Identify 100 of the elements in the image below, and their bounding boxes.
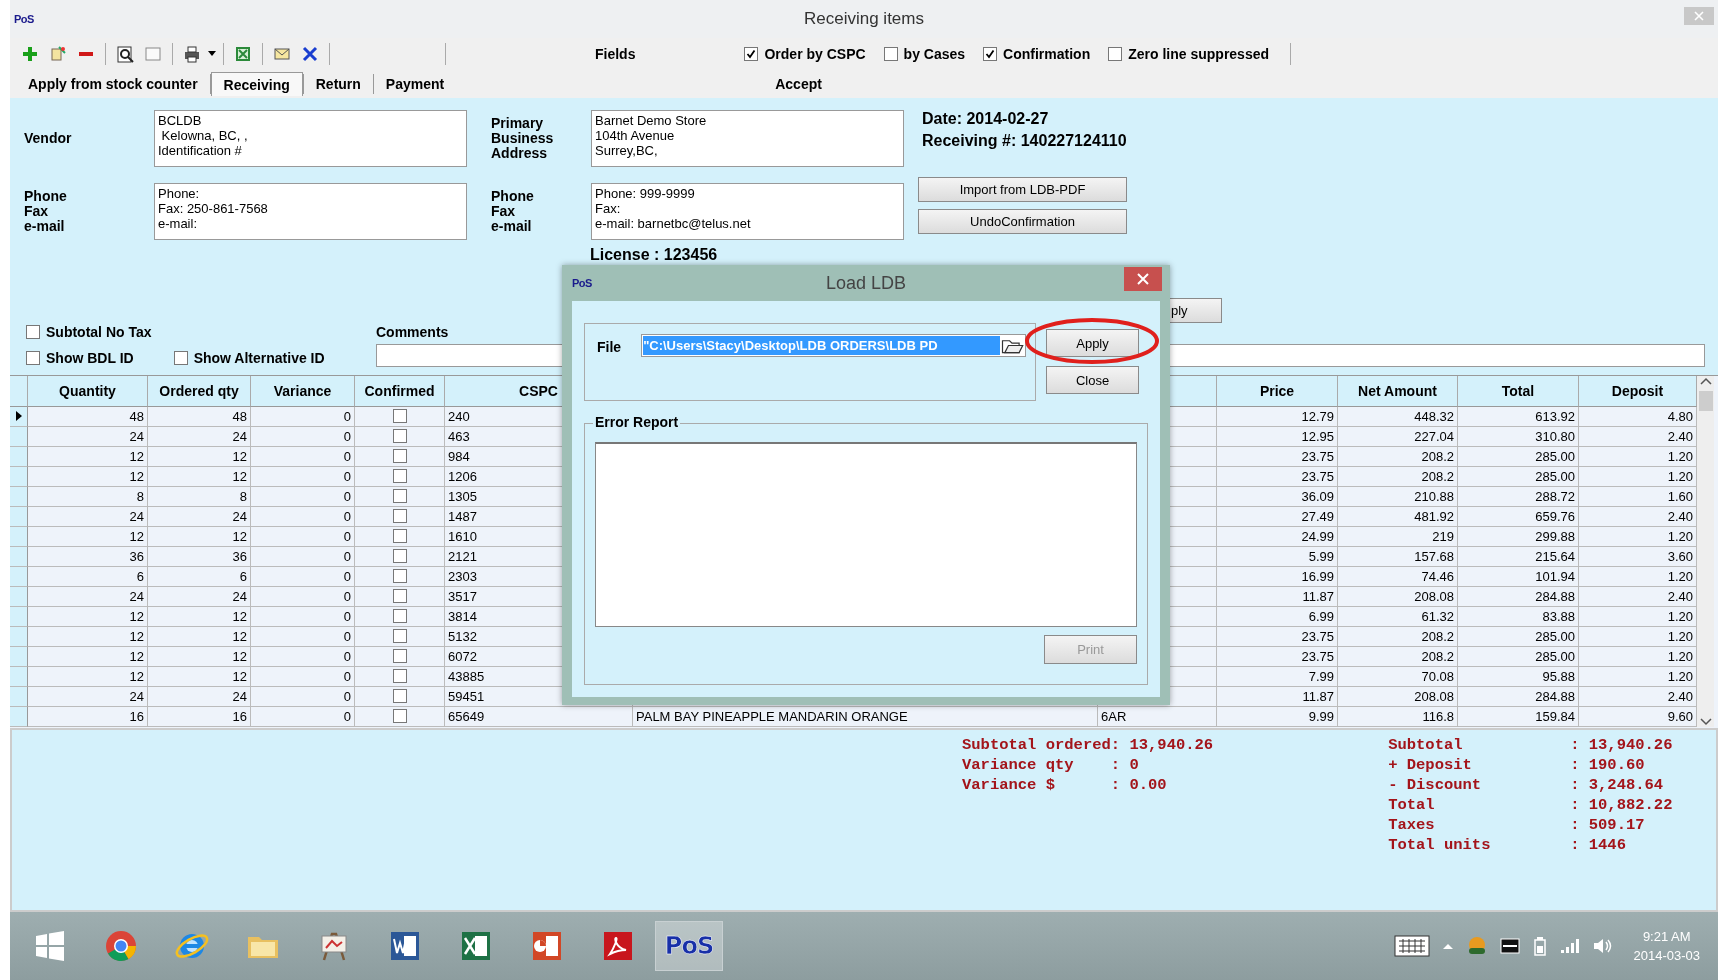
tab[interactable]: Receiving xyxy=(210,71,303,96)
tab[interactable]: Payment xyxy=(373,71,457,96)
column-header[interactable]: Net Amount xyxy=(1338,375,1458,407)
vendor-contact-box[interactable]: Phone: Fax: 250-861-7568 e-mail: xyxy=(154,182,467,240)
checkbox[interactable] xyxy=(392,409,407,424)
table-cell: 1.20 xyxy=(1579,526,1697,547)
table-cell: 0 xyxy=(251,526,355,547)
checkbox[interactable] xyxy=(1108,46,1123,61)
taskbar-app[interactable]: PoS xyxy=(655,921,723,972)
checkbox[interactable] xyxy=(392,429,407,444)
checkbox[interactable] xyxy=(392,489,407,504)
scroll-down-icon[interactable] xyxy=(1699,716,1712,727)
accept-button[interactable]: Accept xyxy=(769,71,828,96)
table-cell: 83.88 xyxy=(1458,606,1579,627)
column-header[interactable]: Variance xyxy=(251,375,355,407)
table-cell: 48 xyxy=(148,406,251,427)
table-cell: 0 xyxy=(251,666,355,687)
table-cell: 613.92 xyxy=(1458,406,1579,427)
column-header[interactable]: Total xyxy=(1458,375,1579,407)
checkbox[interactable] xyxy=(173,350,188,365)
table-cell: 1.20 xyxy=(1579,466,1697,487)
tab[interactable]: Apply from stock counter xyxy=(16,71,210,96)
table-cell: 5.99 xyxy=(1217,546,1338,567)
column-header[interactable]: Confirmed xyxy=(355,375,445,407)
scroll-thumb[interactable] xyxy=(1698,391,1713,412)
checkbox[interactable] xyxy=(392,689,407,704)
checkbox[interactable] xyxy=(883,46,898,61)
table-cell: 6AR xyxy=(1098,706,1217,727)
field-label: Fax xyxy=(24,203,50,219)
column-header[interactable]: Quantity xyxy=(28,375,148,407)
checkbox[interactable] xyxy=(392,609,407,624)
checkbox[interactable] xyxy=(392,669,407,684)
checkbox[interactable] xyxy=(392,469,407,484)
checkbox[interactable] xyxy=(26,324,40,339)
table-cell: 6 xyxy=(148,566,251,587)
chevron-up-icon[interactable] xyxy=(1441,942,1454,951)
table-cell: 481.92 xyxy=(1338,506,1458,527)
column-header[interactable]: Price xyxy=(1217,375,1338,407)
table-cell: 11.87 xyxy=(1217,686,1338,707)
checkbox[interactable] xyxy=(392,569,407,584)
table-cell: 12 xyxy=(148,666,251,687)
table-cell: 70.08 xyxy=(1338,666,1458,687)
keyboard-icon[interactable] xyxy=(1393,935,1430,958)
table-cell: 227.04 xyxy=(1338,426,1458,447)
table-cell: 285.00 xyxy=(1458,466,1579,487)
table-cell: 116.8 xyxy=(1338,706,1458,727)
table-cell: 1.20 xyxy=(1579,446,1697,467)
checkbox[interactable] xyxy=(26,350,40,365)
checkbox[interactable] xyxy=(392,509,407,524)
close-button[interactable]: Close xyxy=(1046,366,1139,394)
store-address-box[interactable]: Barnet Demo Store 104th Avenue Surrey,BC, xyxy=(591,109,904,167)
apply-button[interactable]: Apply xyxy=(1046,329,1139,357)
display-icon[interactable] xyxy=(1499,938,1520,955)
app-name-label: PoS xyxy=(572,277,592,289)
store-contact-box[interactable]: Phone: 999-9999 Fax: e-mail: barnetbc@telus.net xyxy=(591,182,904,240)
summary-label: Total units xyxy=(1388,836,1492,855)
table-cell: 24 xyxy=(148,586,251,607)
field-label: Primary xyxy=(491,115,545,131)
action-button[interactable]: UndoConfirmation xyxy=(918,208,1127,234)
table-cell: 0 xyxy=(251,426,355,447)
table-cell: 0 xyxy=(251,506,355,527)
checkbox[interactable] xyxy=(392,589,407,604)
row-header[interactable] xyxy=(10,406,28,427)
checkbox[interactable] xyxy=(983,46,998,61)
table-cell: 208.2 xyxy=(1338,446,1458,467)
table-cell: 0 xyxy=(251,466,355,487)
table-cell: 3.60 xyxy=(1579,546,1697,567)
checkbox[interactable] xyxy=(392,649,407,664)
option-label: Show BDL ID xyxy=(46,349,134,366)
table-cell: 159.84 xyxy=(1458,706,1579,727)
checkbox[interactable] xyxy=(744,46,759,61)
vendor-address-box[interactable]: BCLDB Kelowna, BC, , Identification # xyxy=(154,109,467,167)
table-cell: 36 xyxy=(28,546,148,567)
checkbox[interactable] xyxy=(392,709,407,724)
table-cell: 1.20 xyxy=(1579,666,1697,687)
checkbox[interactable] xyxy=(392,549,407,564)
tab[interactable]: Return xyxy=(303,71,373,96)
table-cell: 219 xyxy=(1338,526,1458,547)
action-button[interactable]: Import from LDB-PDF xyxy=(918,176,1127,202)
table-cell: 27.49 xyxy=(1217,506,1338,527)
table-cell: 2.40 xyxy=(1579,426,1697,447)
table-cell: 285.00 xyxy=(1458,646,1579,667)
signal-icon[interactable] xyxy=(1559,938,1580,955)
speaker-icon[interactable] xyxy=(1591,937,1612,956)
column-header[interactable]: Ordered qty xyxy=(148,375,251,407)
close-button[interactable] xyxy=(1124,267,1162,291)
table-cell: 16 xyxy=(148,706,251,727)
table-cell: 6.99 xyxy=(1217,606,1338,627)
battery-icon[interactable] xyxy=(1531,936,1548,957)
checkbox[interactable] xyxy=(392,629,407,644)
column-header[interactable]: Deposit xyxy=(1579,375,1697,407)
summary-label: Variance qty xyxy=(962,756,1075,775)
table-cell: 12 xyxy=(148,646,251,667)
checkbox[interactable] xyxy=(392,529,407,544)
caret-icon[interactable] xyxy=(208,50,216,57)
checkbox[interactable] xyxy=(392,449,407,464)
table-cell: 12 xyxy=(148,626,251,647)
window-title: Receiving items xyxy=(804,9,924,28)
summary-value: : 0.00 xyxy=(1110,776,1168,795)
scroll-up-icon[interactable] xyxy=(1699,375,1712,386)
